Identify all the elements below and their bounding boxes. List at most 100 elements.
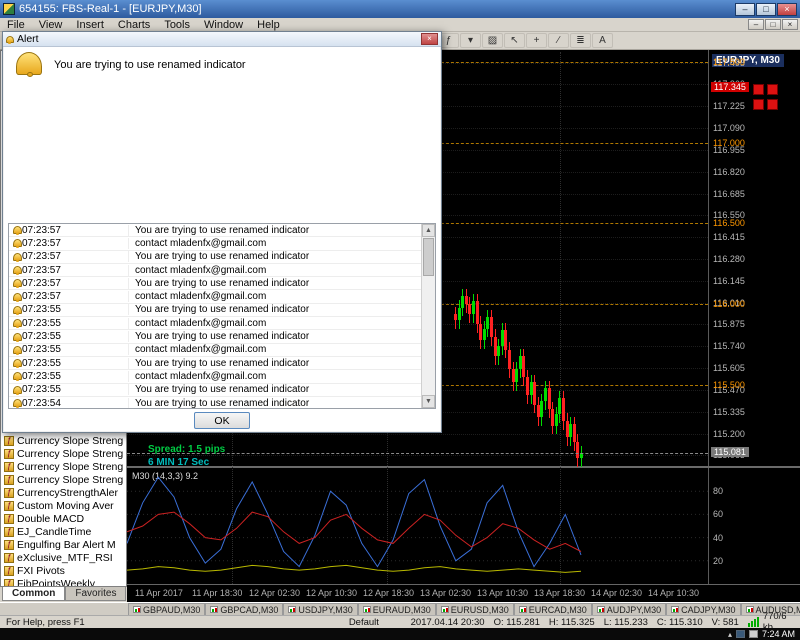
toolbar-periods[interactable]: ▾ (460, 33, 481, 48)
alert-history-list[interactable]: 07:23:57 You are trying to use renamed in… (8, 223, 436, 409)
price-level-label: 117.000 (713, 137, 745, 148)
chart-tab-label: AUDJPY,M30 (606, 604, 662, 615)
menu-insert[interactable]: Insert (69, 19, 111, 31)
navigator-item[interactable]: ƒ FXI Pivots (1, 564, 126, 577)
alert-time: 07:23:57 (22, 237, 61, 249)
navigator-item[interactable]: ƒ FibPointsWeekly (1, 577, 126, 586)
navigator-item[interactable]: ƒ CurrencyStrengthAler (1, 486, 126, 499)
alert-time: 07:23:57 (22, 264, 61, 276)
volume-tray-icon[interactable] (748, 630, 758, 638)
chart-tab-cadjpy[interactable]: CADJPY,M30 (666, 603, 741, 615)
navigator-item-label: CurrencyStrengthAler (17, 486, 118, 499)
scrollbar-thumb[interactable] (423, 238, 434, 276)
status-datetime: 2017.04.14 20:30 (410, 616, 485, 628)
navigator-item[interactable]: ƒ Currency Slope Streng (1, 460, 126, 473)
windows-taskbar[interactable]: ▴ 7:24 AM (0, 628, 800, 640)
alert-row[interactable]: 07:23:55 contact mladenfx@gmail.com (9, 317, 435, 331)
alert-rows: 07:23:57 You are trying to use renamed in… (9, 224, 435, 408)
alert-row[interactable]: 07:23:55 You are trying to use renamed in… (9, 330, 435, 344)
child-close-button[interactable]: × (782, 19, 798, 30)
alert-dialog: Alert × You are trying to use renamed in… (2, 31, 442, 433)
toolbar-fibonacci[interactable]: ≣ (570, 33, 591, 48)
time-axis-label: 13 Apr 18:30 (534, 588, 586, 598)
chart-tab-eurcad[interactable]: EURCAD,M30 (513, 603, 592, 615)
alert-time: 07:23:55 (22, 317, 61, 329)
menu-window[interactable]: Window (197, 19, 250, 31)
signal-square (753, 84, 764, 95)
navigator-tab-favorites[interactable]: Favorites (65, 587, 127, 601)
price-tick: 116.415 (713, 232, 745, 243)
alert-row[interactable]: 07:23:55 You are trying to use renamed in… (9, 357, 435, 371)
navigator-item[interactable]: ƒ Double MACD (1, 512, 126, 525)
status-profile[interactable]: Default (349, 617, 411, 628)
indicator-scale-label: 40 (713, 532, 724, 543)
network-tray-icon[interactable] (735, 630, 745, 638)
alert-text: You are trying to use renamed indicator (128, 304, 309, 316)
menu-charts[interactable]: Charts (111, 19, 157, 31)
alert-dialog-title: Alert (17, 33, 39, 45)
candle (515, 368, 519, 382)
alert-row[interactable]: 07:23:55 contact mladenfx@gmail.com (9, 344, 435, 357)
close-button[interactable]: × (777, 2, 797, 16)
alert-time: 07:23:57 (22, 277, 61, 289)
tray-chevron-icon[interactable]: ▴ (728, 630, 732, 639)
minimize-button[interactable]: – (735, 2, 755, 16)
child-restore-button[interactable]: □ (765, 19, 781, 30)
toolbar-cursor[interactable]: ↖ (504, 33, 525, 48)
navigator-item[interactable]: ƒ Currency Slope Streng (1, 473, 126, 486)
indicator-scale-label: 80 (713, 486, 724, 497)
alert-list-scrollbar[interactable]: ▲ ▼ (421, 224, 435, 408)
scroll-down-button[interactable]: ▼ (422, 395, 435, 408)
navigator-item[interactable]: ƒ Engulfing Bar Alert M (1, 538, 126, 551)
scroll-up-button[interactable]: ▲ (422, 224, 435, 237)
candle (554, 414, 558, 426)
alert-row[interactable]: 07:23:54 You are trying to use renamed in… (9, 397, 435, 408)
alert-row[interactable]: 07:23:57 You are trying to use renamed in… (9, 277, 435, 291)
alert-bell-icon (16, 52, 42, 77)
mini-chart-icon (288, 606, 297, 613)
candle (504, 330, 508, 350)
bell-icon (13, 319, 22, 329)
maximize-button[interactable]: □ (756, 2, 776, 16)
navigator-item[interactable]: ƒ Currency Slope Streng (1, 434, 126, 447)
dialog-close-button[interactable]: × (421, 33, 438, 45)
chart-tab-euraud[interactable]: EURAUD,M30 (357, 603, 436, 615)
chart-tab-gbpaud[interactable]: GBPAUD,M30 (128, 603, 206, 615)
chart-tab-label: EURUSD,M30 (450, 604, 509, 615)
menu-tools[interactable]: Tools (157, 19, 197, 31)
alert-row[interactable]: 07:23:55 You are trying to use renamed in… (9, 384, 435, 397)
menu-help[interactable]: Help (250, 19, 287, 31)
alert-row[interactable]: 07:23:55 contact mladenfx@gmail.com (9, 370, 435, 384)
chart-tab-gbpcad[interactable]: GBPCAD,M30 (205, 603, 284, 615)
menu-file[interactable]: File (0, 19, 32, 31)
bell-icon (13, 345, 22, 355)
alert-row[interactable]: 07:23:57 contact mladenfx@gmail.com (9, 237, 435, 251)
ok-button[interactable]: OK (194, 412, 250, 429)
alert-row[interactable]: 07:23:57 contact mladenfx@gmail.com (9, 264, 435, 278)
navigator-item-label: Currency Slope Streng (17, 434, 124, 447)
alert-row[interactable]: 07:23:55 You are trying to use renamed in… (9, 304, 435, 318)
alert-dialog-titlebar[interactable]: Alert × (3, 32, 441, 47)
taskbar-clock[interactable]: 7:24 AM (762, 629, 795, 639)
menu-view[interactable]: View (32, 19, 70, 31)
chart-tab-eurusd[interactable]: EURUSD,M30 (435, 603, 514, 615)
navigator-item[interactable]: ƒ EJ_CandleTime (1, 525, 126, 538)
child-minimize-button[interactable]: – (748, 19, 764, 30)
alert-row[interactable]: 07:23:57 You are trying to use renamed in… (9, 251, 435, 264)
navigator-tab-common[interactable]: Common (2, 587, 66, 601)
chart-tab-audjpy[interactable]: AUDJPY,M30 (591, 603, 667, 615)
navigator-item[interactable]: ƒ Currency Slope Streng (1, 447, 126, 460)
navigator-item[interactable]: ƒ Custom Moving Aver (1, 499, 126, 512)
mini-chart-icon (596, 606, 605, 613)
toolbar-trendline[interactable]: ∕ (548, 33, 569, 48)
toolbar-text-label[interactable]: A (592, 33, 613, 48)
toolbar-templates[interactable]: ▨ (482, 33, 503, 48)
alert-row[interactable]: 07:23:57 contact mladenfx@gmail.com (9, 290, 435, 304)
chart-tab-label: EURCAD,M30 (528, 604, 587, 615)
toolbar-crosshair[interactable]: + (526, 33, 547, 48)
mini-chart-icon (210, 606, 219, 613)
chart-tab-usdjpy[interactable]: USDJPY,M30 (283, 603, 358, 615)
navigator-item[interactable]: ƒ eXclusive_MTF_RSI (1, 551, 126, 564)
alert-row[interactable]: 07:23:57 You are trying to use renamed in… (9, 224, 435, 238)
window-titlebar[interactable]: 654155: FBS-Real-1 - [EURJPY,M30] – □ × (0, 0, 800, 18)
